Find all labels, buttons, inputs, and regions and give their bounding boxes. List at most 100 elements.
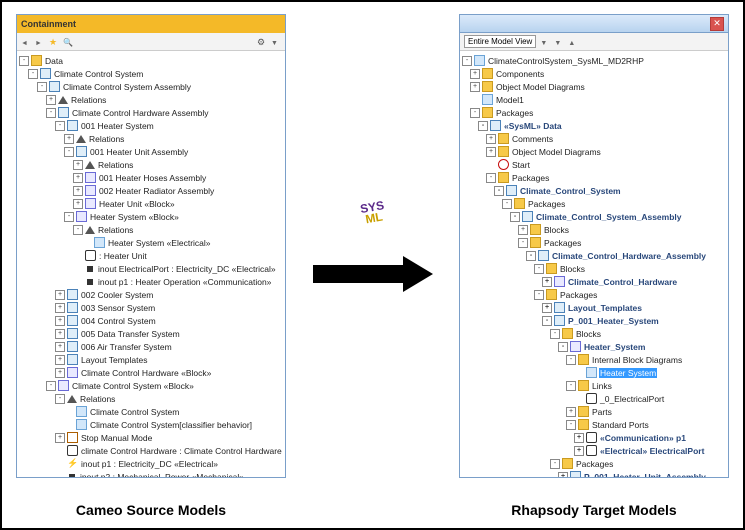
expand-toggle-icon[interactable]: + — [486, 134, 496, 144]
expand-toggle-icon[interactable]: + — [518, 225, 528, 235]
tree-node[interactable]: inout p1 : Heater Operation «Communicati… — [19, 275, 283, 288]
tree-node[interactable]: +Comments — [462, 132, 726, 145]
tree-node[interactable]: -Internal Block Diagrams — [462, 353, 726, 366]
expand-toggle-icon[interactable]: + — [55, 355, 65, 365]
tree-node[interactable]: -Relations — [19, 392, 283, 405]
tree-node[interactable]: +003 Sensor System — [19, 301, 283, 314]
tree-node[interactable]: -001 Heater Unit Assembly — [19, 145, 283, 158]
collapse-toggle-icon[interactable]: - — [518, 238, 528, 248]
tree-node[interactable]: -«SysML» Data — [462, 119, 726, 132]
collapse-toggle-icon[interactable]: - — [550, 329, 560, 339]
tree-node[interactable]: inout ElectricalPort : Electricity_DC «E… — [19, 262, 283, 275]
expand-toggle-icon[interactable]: + — [574, 433, 584, 443]
expand-toggle-icon[interactable]: + — [470, 82, 480, 92]
collapse-toggle-icon[interactable]: - — [550, 459, 560, 469]
tree-node[interactable]: -P_001_Heater_System — [462, 314, 726, 327]
collapse-toggle-icon[interactable]: - — [478, 121, 488, 131]
expand-toggle-icon[interactable]: + — [73, 173, 83, 183]
tree-node[interactable]: +Object Model Diagrams — [462, 80, 726, 93]
tree-node[interactable]: +Layout Templates — [19, 353, 283, 366]
tree-node[interactable]: -ClimateControlSystem_SysML_MD2RHP — [462, 54, 726, 67]
cameo-tree[interactable]: -Data-Climate Control System-Climate Con… — [17, 51, 285, 477]
settings-icon[interactable] — [257, 37, 267, 47]
tree-node[interactable]: +002 Heater Radiator Assembly — [19, 184, 283, 197]
tree-node[interactable]: Start — [462, 158, 726, 171]
tree-node[interactable]: -Climate Control Hardware Assembly — [19, 106, 283, 119]
tree-node[interactable]: -Packages — [462, 197, 726, 210]
tree-node[interactable]: +004 Control System — [19, 314, 283, 327]
tree-node[interactable]: -Packages — [462, 236, 726, 249]
tree-node[interactable]: Heater System «Electrical» — [19, 236, 283, 249]
close-icon[interactable]: ✕ — [710, 17, 724, 31]
expand-toggle-icon[interactable]: + — [486, 147, 496, 157]
expand-toggle-icon[interactable]: + — [55, 433, 65, 443]
tree-node[interactable]: climate Control Hardware : Climate Contr… — [19, 444, 283, 457]
tree-node[interactable]: _0_ElectricalPort — [462, 392, 726, 405]
collapse-toggle-icon[interactable]: - — [510, 212, 520, 222]
tree-node[interactable]: +002 Cooler System — [19, 288, 283, 301]
tree-node[interactable]: : Heater Unit — [19, 249, 283, 262]
expand-toggle-icon[interactable]: + — [55, 290, 65, 300]
tree-node[interactable]: +Object Model Diagrams — [462, 145, 726, 158]
tree-node[interactable]: +Heater Unit «Block» — [19, 197, 283, 210]
collapse-toggle-icon[interactable]: - — [19, 56, 29, 66]
tree-node[interactable]: -Packages — [462, 288, 726, 301]
collapse-toggle-icon[interactable]: - — [566, 420, 576, 430]
expand-toggle-icon[interactable]: + — [566, 407, 576, 417]
collapse-toggle-icon[interactable]: - — [46, 108, 56, 118]
tree-node[interactable]: -Data — [19, 54, 283, 67]
dropdown-icon[interactable] — [271, 37, 281, 47]
collapse-toggle-icon[interactable]: - — [73, 225, 83, 235]
favorites-icon[interactable] — [49, 37, 59, 47]
view-dropdown-icon[interactable] — [540, 37, 550, 47]
collapse-toggle-icon[interactable]: - — [46, 381, 56, 391]
tree-node[interactable]: +Parts — [462, 405, 726, 418]
tree-node[interactable]: -Heater_System — [462, 340, 726, 353]
tree-node[interactable]: -Packages — [462, 171, 726, 184]
tree-node[interactable]: -Climate Control System — [19, 67, 283, 80]
tree-node[interactable]: -Climate Control System «Block» — [19, 379, 283, 392]
expand-toggle-icon[interactable]: + — [558, 472, 568, 478]
nav-forward-icon[interactable] — [35, 37, 45, 47]
tree-node[interactable]: +«Communication» p1 — [462, 431, 726, 444]
expand-toggle-icon[interactable]: + — [542, 303, 552, 313]
collapse-toggle-icon[interactable]: - — [534, 290, 544, 300]
tree-node[interactable]: +P_001_Heater_Unit_Assembly — [462, 470, 726, 477]
tree-node[interactable]: +001 Heater Hoses Assembly — [19, 171, 283, 184]
tree-node[interactable]: Climate Control System[classifier behavi… — [19, 418, 283, 431]
tree-node[interactable]: +Climate Control Hardware «Block» — [19, 366, 283, 379]
expand-toggle-icon[interactable]: + — [55, 303, 65, 313]
tree-node[interactable]: +Layout_Templates — [462, 301, 726, 314]
expand-toggle-icon[interactable]: + — [55, 368, 65, 378]
tree-node[interactable]: -Packages — [462, 106, 726, 119]
collapse-toggle-icon[interactable]: - — [566, 381, 576, 391]
tree-node[interactable]: +Relations — [19, 132, 283, 145]
tree-node[interactable]: -Relations — [19, 223, 283, 236]
search-icon[interactable] — [63, 37, 73, 47]
tree-node[interactable]: +«Electrical» ElectricalPort — [462, 444, 726, 457]
collapse-toggle-icon[interactable]: - — [502, 199, 512, 209]
tree-node[interactable]: -Heater System «Block» — [19, 210, 283, 223]
tree-node[interactable]: +005 Data Transfer System — [19, 327, 283, 340]
tree-node[interactable]: +006 Air Transfer System — [19, 340, 283, 353]
expand-toggle-icon[interactable]: + — [470, 69, 480, 79]
expand-toggle-icon[interactable]: + — [55, 342, 65, 352]
expand-toggle-icon[interactable]: + — [73, 160, 83, 170]
collapse-toggle-icon[interactable]: - — [558, 342, 568, 352]
view-selector[interactable]: Entire Model View — [464, 35, 536, 48]
expand-icon[interactable] — [568, 37, 578, 47]
expand-toggle-icon[interactable]: + — [574, 446, 584, 456]
collapse-toggle-icon[interactable]: - — [462, 56, 472, 66]
tree-node[interactable]: Climate Control System — [19, 405, 283, 418]
tree-node[interactable]: Model1 — [462, 93, 726, 106]
expand-toggle-icon[interactable]: + — [46, 95, 56, 105]
tree-node[interactable]: +Stop Manual Mode — [19, 431, 283, 444]
collapse-toggle-icon[interactable]: - — [526, 251, 536, 261]
collapse-toggle-icon[interactable]: - — [28, 69, 38, 79]
collapse-icon[interactable] — [554, 37, 564, 47]
tree-node[interactable]: -Standard Ports — [462, 418, 726, 431]
collapse-toggle-icon[interactable]: - — [64, 147, 74, 157]
expand-toggle-icon[interactable]: + — [64, 134, 74, 144]
tree-node[interactable]: -Blocks — [462, 262, 726, 275]
collapse-toggle-icon[interactable]: - — [534, 264, 544, 274]
